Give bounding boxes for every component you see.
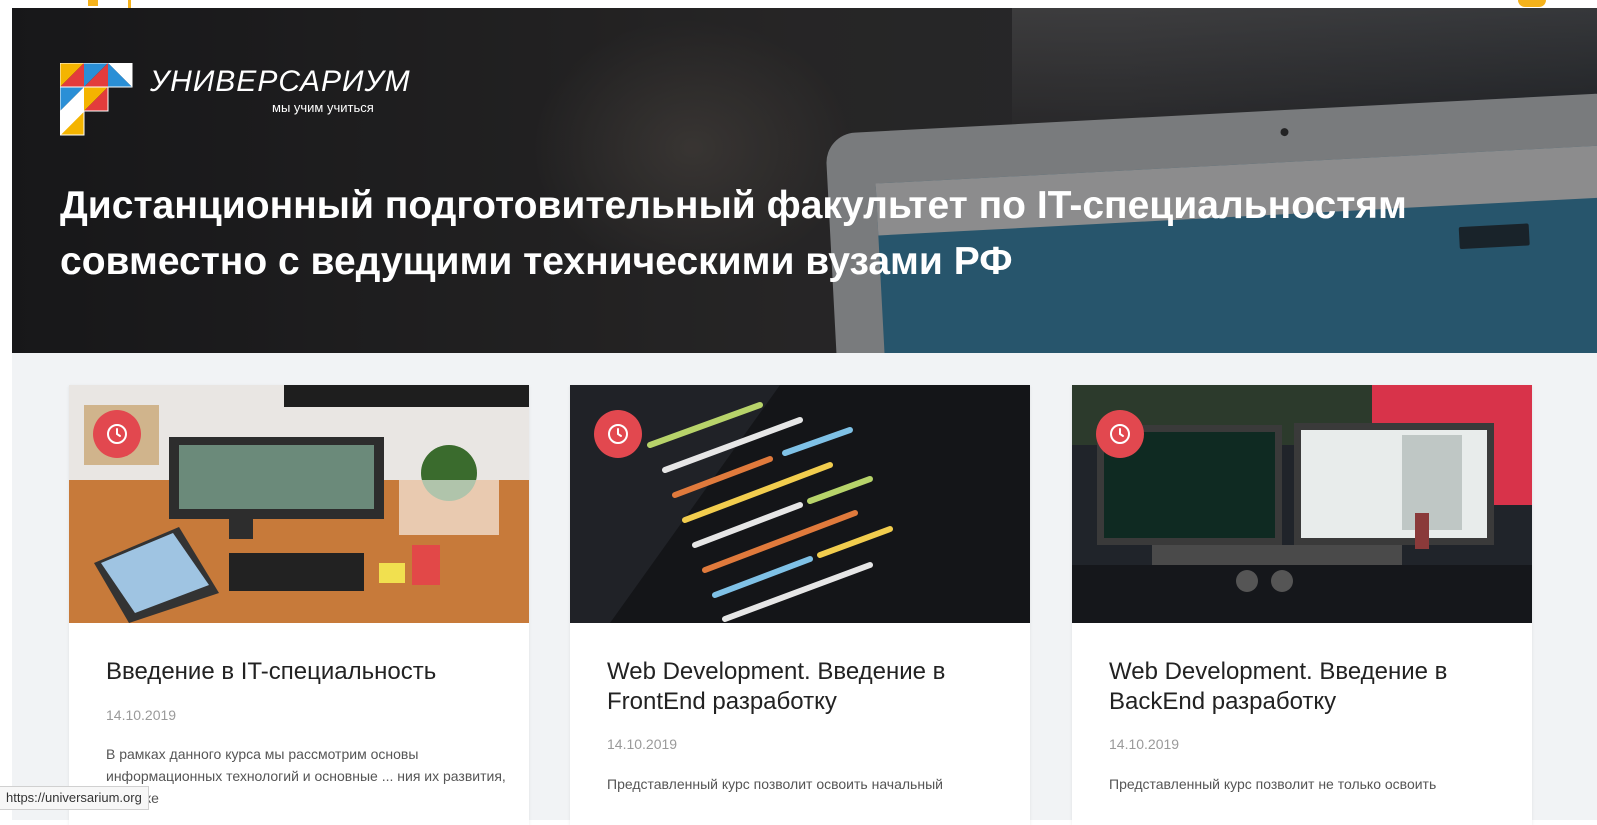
course-image[interactable] <box>1072 385 1532 623</box>
site-logo[interactable]: УНИВЕРСАРИУМ мы учим учиться <box>60 63 430 153</box>
course-date: 14.10.2019 <box>607 736 678 752</box>
course-description: Представленный курс позволит не только о… <box>1109 776 1437 792</box>
clock-icon <box>608 424 628 444</box>
top-strip-accent <box>1518 0 1546 7</box>
logo-brand-name: УНИВЕРСАРИУМ <box>150 65 411 98</box>
course-status-badge <box>93 410 141 458</box>
course-description: Представленный курс позволит освоить нач… <box>607 776 943 792</box>
course-image[interactable] <box>570 385 1030 623</box>
logo-mark-icon <box>60 63 133 136</box>
course-title[interactable]: Web Development. Введение в BackEnd разр… <box>1109 657 1499 717</box>
course-title[interactable]: Web Development. Введение в FrontEnd раз… <box>607 657 997 717</box>
logo-tagline: мы учим учиться <box>272 100 374 115</box>
course-card[interactable]: Введение в IT-специальность 14.10.2019 В… <box>69 385 529 825</box>
course-image[interactable] <box>69 385 529 623</box>
hero-title: Дистанционный подготовительный факультет… <box>60 184 1407 283</box>
link-status-bar: https://universarium.org <box>0 786 149 810</box>
top-strip <box>0 0 1597 8</box>
clock-icon <box>107 424 127 444</box>
course-date: 14.10.2019 <box>106 707 177 723</box>
top-strip-accent <box>128 0 131 8</box>
clock-icon <box>1110 424 1130 444</box>
top-strip-accent <box>88 0 98 6</box>
course-status-badge <box>594 410 642 458</box>
course-description: В рамках данного курса мы рассмотрим осн… <box>106 746 506 806</box>
course-date: 14.10.2019 <box>1109 736 1180 752</box>
course-title[interactable]: Введение в IT-специальность <box>106 657 496 687</box>
course-status-badge <box>1096 410 1144 458</box>
course-card[interactable]: Web Development. Введение в BackEnd разр… <box>1072 385 1532 825</box>
course-card[interactable]: Web Development. Введение в FrontEnd раз… <box>570 385 1030 825</box>
